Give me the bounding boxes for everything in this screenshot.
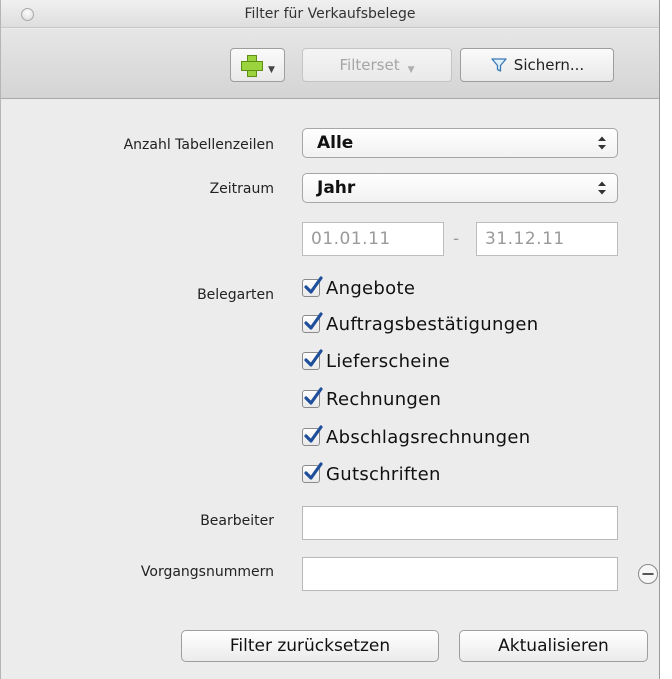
funnel-icon: [491, 58, 507, 72]
doctype-row-angebote[interactable]: Angebote: [302, 275, 415, 301]
checkbox-lieferscheine[interactable]: [302, 349, 323, 370]
process-label: Vorgangsnummern: [140, 564, 274, 580]
date-to-field[interactable]: 31.12.11: [476, 222, 618, 256]
doctype-row-auftragsbestaetigungen[interactable]: Auftragsbestätigungen: [302, 311, 539, 337]
doctype-label-abschlagsrechnungen: Abschlagsrechnungen: [326, 426, 531, 448]
checkmark-icon: [304, 462, 323, 480]
checkmark-icon: [304, 312, 323, 330]
editor-label: Bearbeiter: [200, 513, 274, 529]
doctype-row-rechnungen[interactable]: Rechnungen: [302, 386, 441, 412]
rows-select[interactable]: Alle: [302, 128, 618, 158]
period-select-value: Jahr: [317, 178, 356, 198]
green-plus-icon: [240, 54, 264, 77]
doctypes-label: Belegarten: [197, 287, 274, 303]
checkbox-rechnungen[interactable]: [302, 387, 323, 408]
window-title: Filter für Verkaufsbelege: [244, 6, 416, 22]
checkbox-auftragsbestaetigungen[interactable]: [302, 312, 323, 333]
dropdown-arrow-icon: ▼: [268, 65, 275, 75]
checkbox-gutschriften[interactable]: [302, 462, 323, 483]
reset-filter-button[interactable]: Filter zurücksetzen: [181, 630, 439, 662]
checkmark-icon: [304, 276, 323, 294]
title-bar: Filter für Verkaufsbelege: [1, 0, 659, 28]
add-filter-button[interactable]: ▼: [230, 48, 285, 82]
checkmark-icon: [304, 349, 323, 367]
rows-select-value: Alle: [317, 133, 354, 153]
doctype-label-auftragsbestaetigungen: Auftragsbestätigungen: [326, 313, 539, 335]
doctype-row-abschlagsrechnungen[interactable]: Abschlagsrechnungen: [302, 424, 530, 450]
checkmark-icon: [304, 425, 323, 443]
process-numbers-field[interactable]: [302, 557, 618, 591]
save-label: Sichern...: [513, 56, 585, 74]
editor-field[interactable]: [302, 506, 618, 540]
doctype-label-gutschriften: Gutschriften: [326, 463, 441, 485]
checkbox-angebote[interactable]: [302, 276, 323, 297]
date-separator: -: [453, 229, 460, 249]
period-label: Zeitraum: [209, 181, 274, 197]
checkmark-icon: [304, 387, 323, 405]
save-filter-button[interactable]: Sichern...: [460, 48, 614, 82]
filterset-label: Filterset: [339, 56, 400, 74]
doctype-label-rechnungen: Rechnungen: [326, 388, 442, 410]
resize-corner: [660, 668, 672, 679]
checkbox-abschlagsrechnungen[interactable]: [302, 425, 323, 446]
updown-arrows-icon: [598, 136, 606, 150]
remove-row-icon[interactable]: [637, 563, 659, 585]
doctype-label-lieferscheine: Lieferscheine: [326, 350, 451, 372]
refresh-button[interactable]: Aktualisieren: [459, 630, 648, 662]
date-from-field[interactable]: 01.01.11: [302, 222, 444, 256]
updown-arrows-icon: [598, 181, 606, 195]
period-select[interactable]: Jahr: [302, 173, 618, 203]
doctype-label-angebote: Angebote: [326, 277, 416, 299]
doctype-row-lieferscheine[interactable]: Lieferscheine: [302, 348, 450, 374]
filter-window: Filter für Verkaufsbelege ▼ Filterset ▼ …: [0, 0, 660, 679]
doctype-row-gutschriften[interactable]: Gutschriften: [302, 461, 441, 487]
dropdown-arrow-icon: ▼: [407, 65, 415, 75]
rows-label: Anzahl Tabellenzeilen: [123, 137, 274, 153]
toolbar: ▼ Filterset ▼ Sichern...: [1, 29, 659, 99]
filterset-button[interactable]: Filterset ▼: [302, 48, 452, 82]
